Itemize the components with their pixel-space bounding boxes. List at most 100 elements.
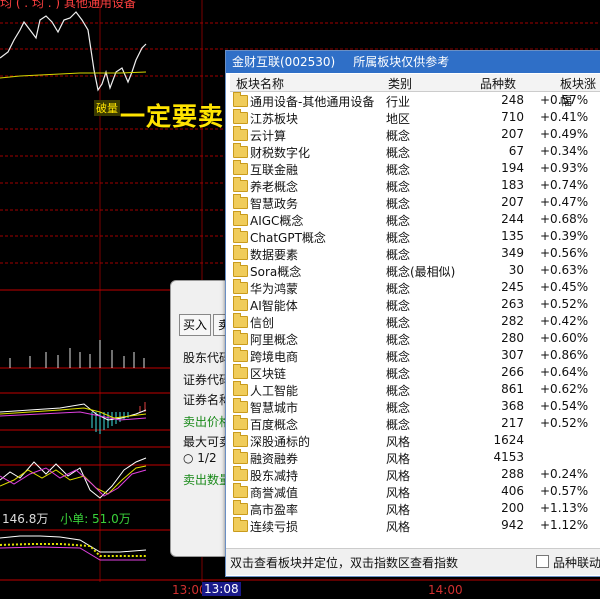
folder-icon (233, 279, 248, 294)
sector-type: 风格 (386, 486, 411, 500)
sector-type: 行业 (386, 95, 411, 109)
table-row[interactable]: 智慧政务 概念 207 +0.47% (230, 194, 600, 211)
table-row[interactable]: 高市盈率 风格 200 +1.13% (230, 500, 600, 517)
sector-count: 280 (501, 331, 524, 345)
table-row[interactable]: 连续亏损 风格 942 +1.12% (230, 517, 600, 534)
sector-count: 710 (501, 110, 524, 124)
sector-change: +0.64% (540, 365, 589, 379)
table-row[interactable]: 数据要素 概念 349 +0.56% (230, 245, 600, 262)
sector-type: 概念 (386, 146, 411, 160)
sector-type: 概念 (386, 367, 411, 381)
table-row[interactable]: 深股通标的 风格 1624 (230, 432, 600, 449)
folder-icon (233, 381, 248, 396)
sector-change: +0.56% (540, 246, 589, 260)
security-name-label: 证券名称 (183, 393, 232, 407)
half-option[interactable]: ○ 1/2 (183, 451, 217, 465)
sector-name: 华为鸿蒙 (250, 282, 299, 296)
sector-name: 云计算 (250, 129, 287, 143)
sector-type: 概念(最相似) (386, 265, 456, 279)
sector-type: 风格 (386, 469, 411, 483)
buy-tab[interactable]: 买入 (179, 314, 211, 336)
table-row[interactable]: AIGC概念 概念 244 +0.68% (230, 211, 600, 228)
table-row[interactable]: 人工智能 概念 861 +0.62% (230, 381, 600, 398)
table-row[interactable]: 信创 概念 282 +0.42% (230, 313, 600, 330)
sector-name: 江苏板块 (250, 112, 299, 126)
folder-icon (233, 160, 248, 175)
sector-name: 智慧政务 (250, 197, 299, 211)
sector-name: 互联金融 (250, 163, 299, 177)
table-row[interactable]: 互联金融 概念 194 +0.93% (230, 160, 600, 177)
folder-icon (233, 245, 248, 260)
sector-count: 368 (501, 399, 524, 413)
table-row[interactable]: 股东减持 风格 288 +0.24% (230, 466, 600, 483)
sector-type: 概念 (386, 350, 411, 364)
sector-count: 406 (501, 484, 524, 498)
sector-count: 266 (501, 365, 524, 379)
sector-change: +0.57% (540, 93, 589, 107)
table-row[interactable]: 通用设备-其他通用设备 行业 248 +0.57% (230, 92, 600, 109)
table-row[interactable]: 商誉减值 风格 406 +0.57% (230, 483, 600, 500)
sector-name: AI智能体 (250, 299, 298, 313)
table-row[interactable]: 阿里概念 概念 280 +0.60% (230, 330, 600, 347)
table-row[interactable]: 百度概念 概念 217 +0.52% (230, 415, 600, 432)
sector-name: 融资融券 (250, 452, 299, 466)
table-row[interactable]: Sora概念 概念(最相似) 30 +0.63% (230, 262, 600, 279)
sector-name: 连续亏损 (250, 520, 299, 534)
folder-icon (233, 92, 248, 107)
sector-type: 概念 (386, 333, 411, 347)
folder-icon (233, 296, 248, 311)
table-row[interactable]: 云计算 概念 207 +0.49% (230, 126, 600, 143)
folder-icon (233, 347, 248, 362)
dialog-title: 金财互联(002530) (232, 55, 336, 69)
table-row[interactable]: 华为鸿蒙 概念 245 +0.45% (230, 279, 600, 296)
small-order-value: 小单: 51.0万 (60, 512, 131, 526)
folder-icon (233, 262, 248, 277)
table-row[interactable]: 江苏板块 地区 710 +0.41% (230, 109, 600, 126)
dialog-subtitle: 所属板块仅供参考 (353, 55, 450, 69)
sector-type: 概念 (386, 163, 411, 177)
table-row[interactable]: 融资融券 风格 4153 (230, 449, 600, 466)
folder-icon (233, 398, 248, 413)
sector-type: 概念 (386, 384, 411, 398)
dialog-titlebar[interactable]: 金财互联(002530) 所属板块仅供参考 (226, 51, 600, 73)
table-row[interactable]: AI智能体 概念 263 +0.52% (230, 296, 600, 313)
time-axis: 13:00 13:08 14:00 (0, 582, 600, 599)
table-row[interactable]: 财税数字化 概念 67 +0.34% (230, 143, 600, 160)
sector-count: 263 (501, 297, 524, 311)
sector-type: 风格 (386, 435, 411, 449)
sector-name: AIGC概念 (250, 214, 304, 228)
sector-count: 135 (501, 229, 524, 243)
table-row[interactable]: 智慧城市 概念 368 +0.54% (230, 398, 600, 415)
folder-icon (233, 432, 248, 447)
sector-count: 217 (501, 416, 524, 430)
security-code-label: 证券代码 (183, 373, 232, 387)
sector-type: 风格 (386, 520, 411, 534)
sector-type: 概念 (386, 214, 411, 228)
status-hint: 双击查看板块并定位，双击指数区查看指数 (230, 556, 459, 570)
col-count[interactable]: 品种数 (480, 75, 516, 92)
sector-count: 200 (501, 501, 524, 515)
col-type[interactable]: 类别 (388, 75, 412, 92)
sector-change: +0.74% (540, 178, 589, 192)
max-sellable-label: 最大可卖 (183, 435, 232, 449)
sector-name: 信创 (250, 316, 275, 330)
sector-count: 30 (508, 263, 524, 277)
table-row[interactable]: 养老概念 概念 183 +0.74% (230, 177, 600, 194)
sector-type: 概念 (386, 129, 411, 143)
sector-name: 智慧城市 (250, 401, 299, 415)
folder-icon (233, 517, 248, 532)
sector-change: +0.93% (540, 161, 589, 175)
table-row[interactable]: 跨境电商 概念 307 +0.86% (230, 347, 600, 364)
table-row[interactable]: ChatGPT概念 概念 135 +0.39% (230, 228, 600, 245)
sector-name: 人工智能 (250, 384, 299, 398)
sector-type: 风格 (386, 503, 411, 517)
sector-name: 养老概念 (250, 180, 299, 194)
link-checkbox[interactable] (536, 555, 549, 568)
col-sector-name[interactable]: 板块名称 (236, 75, 284, 92)
sector-count: 244 (501, 212, 524, 226)
sector-change: +0.63% (540, 263, 589, 277)
sector-name: ChatGPT概念 (250, 231, 326, 245)
table-row[interactable]: 区块链 概念 266 +0.64% (230, 364, 600, 381)
sector-name: Sora概念 (250, 265, 302, 279)
sector-type: 概念 (386, 401, 411, 415)
